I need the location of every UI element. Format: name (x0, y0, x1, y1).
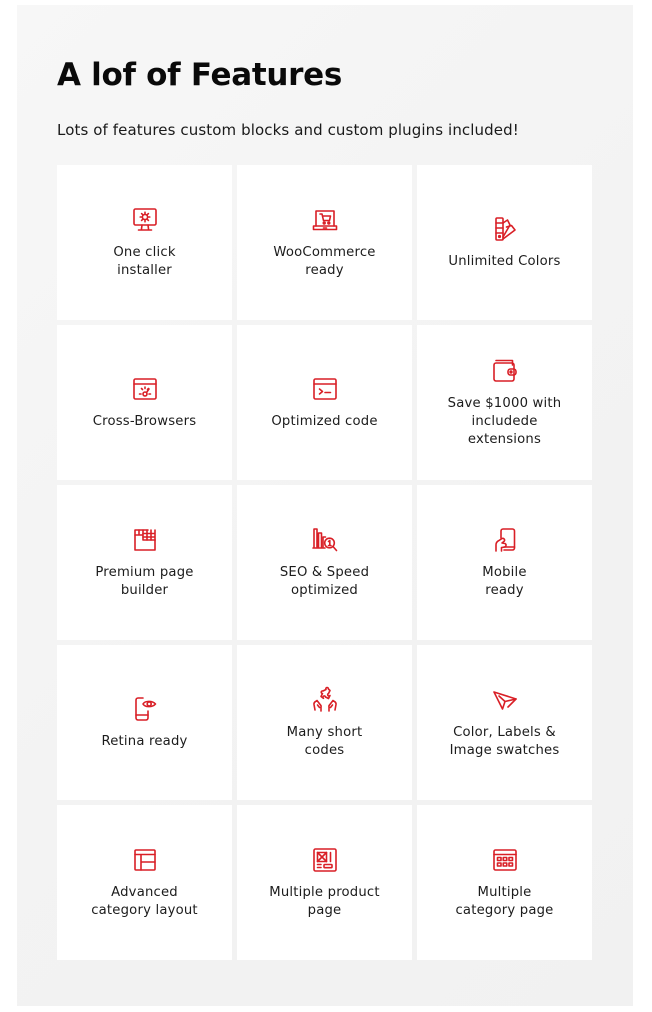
hands-puzzle-icon (311, 686, 339, 714)
feature-card-multiple-category-page: Multiple category page (417, 805, 592, 960)
page-title: A lof of Features (57, 57, 342, 93)
paper-plane-icon (491, 686, 519, 714)
feature-card-one-click-installer: One click installer (57, 165, 232, 320)
terminal-window-icon (311, 375, 339, 403)
feature-card-save-1000: Save $1000 with includede extensions (417, 325, 592, 480)
monitor-gear-icon (131, 206, 159, 234)
feature-card-multiple-product-page: Multiple product page (237, 805, 412, 960)
phone-eye-icon (131, 695, 159, 723)
feature-label: One click installer (113, 244, 176, 278)
features-grid: One click installer WooCommerce ready Un… (57, 165, 592, 960)
feature-card-woocommerce-ready: WooCommerce ready (237, 165, 412, 320)
feature-label: Color, Labels & Image swatches (449, 724, 560, 758)
feature-label: SEO & Speed optimized (279, 564, 370, 598)
feature-card-mobile-ready: Mobile ready (417, 485, 592, 640)
feature-card-color-labels-swatches: Color, Labels & Image swatches (417, 645, 592, 800)
laptop-cart-icon (311, 206, 339, 234)
feature-label: Cross-Browsers (92, 413, 197, 429)
chart-magnifier-icon (311, 526, 339, 554)
calendar-grid-icon (491, 846, 519, 874)
feature-label: Many short codes (286, 724, 363, 758)
page-subtitle: Lots of features custom blocks and custo… (57, 121, 519, 139)
feature-card-unlimited-colors: Unlimited Colors (417, 165, 592, 320)
feature-label: Optimized code (271, 413, 378, 429)
feature-card-cross-browsers: Cross-Browsers (57, 325, 232, 480)
browser-speed-icon (131, 375, 159, 403)
feature-label: Unlimited Colors (448, 253, 561, 269)
feature-card-advanced-category-layout: Advanced category layout (57, 805, 232, 960)
color-swatch-icon (491, 215, 519, 243)
wallet-icon (491, 357, 519, 385)
product-page-icon (311, 846, 339, 874)
feature-label: Multiple product page (269, 884, 380, 918)
feature-card-optimized-code: Optimized code (237, 325, 412, 480)
feature-card-seo-speed: SEO & Speed optimized (237, 485, 412, 640)
feature-label: Save $1000 with includede extensions (447, 395, 562, 447)
feature-label: Advanced category layout (91, 884, 198, 918)
feature-label: WooCommerce ready (273, 244, 376, 278)
page-grid-icon (131, 526, 159, 554)
feature-card-many-short-codes: Many short codes (237, 645, 412, 800)
hand-phone-icon (491, 526, 519, 554)
feature-label: Premium page builder (95, 564, 194, 598)
feature-card-premium-page-builder: Premium page builder (57, 485, 232, 640)
feature-label: Retina ready (101, 733, 188, 749)
feature-card-retina-ready: Retina ready (57, 645, 232, 800)
layout-icon (131, 846, 159, 874)
feature-label: Mobile ready (482, 564, 527, 598)
feature-label: Multiple category page (455, 884, 554, 918)
